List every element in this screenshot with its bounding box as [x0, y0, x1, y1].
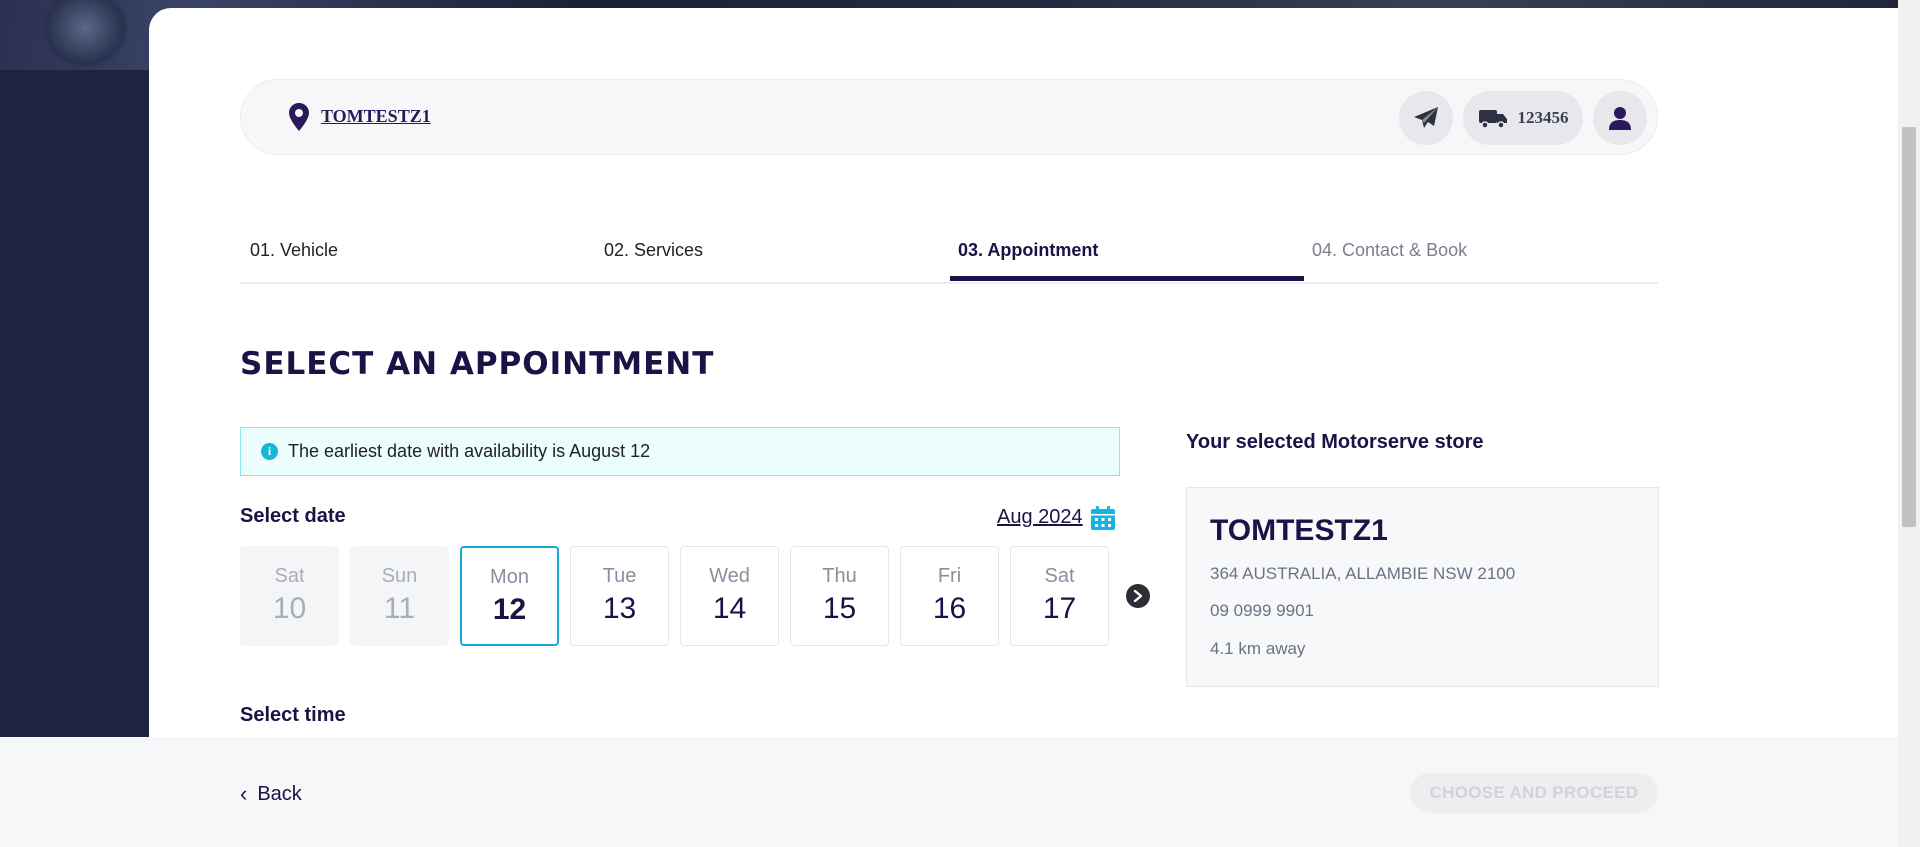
day-number: 10 — [272, 592, 307, 625]
date-option: Sun 11 — [350, 546, 449, 646]
day-of-week: Sat — [1044, 565, 1075, 587]
day-number: 11 — [383, 592, 416, 625]
day-of-week: Tue — [602, 565, 637, 587]
select-time-label: Select time — [240, 704, 346, 726]
day-of-week: Fri — [937, 565, 962, 587]
select-date-label: Select date — [240, 505, 346, 527]
back-button[interactable]: ‹ Back — [240, 781, 302, 807]
day-number: 15 — [822, 592, 857, 625]
location-pin-icon — [289, 103, 309, 131]
calendar-icon[interactable] — [1090, 505, 1116, 531]
day-of-week: Mon — [490, 566, 529, 588]
day-of-week: Sun — [381, 565, 418, 587]
store-location-link[interactable]: TOMTESTZ1 — [321, 106, 431, 127]
page-title: SELECT AN APPOINTMENT — [240, 346, 715, 382]
paper-plane-icon — [1414, 107, 1438, 128]
rego-number: 123456 — [1517, 108, 1569, 127]
active-step-indicator — [950, 276, 1304, 281]
location-bar: TOMTESTZ1 123456 — [240, 79, 1658, 155]
day-of-week: Sat — [274, 565, 305, 587]
truck-icon — [1478, 110, 1507, 129]
day-number: 17 — [1042, 592, 1077, 625]
send-button[interactable] — [1399, 91, 1453, 145]
info-icon: i — [261, 443, 278, 460]
chevron-left-icon: ‹ — [240, 781, 248, 806]
scrollbar-thumb[interactable] — [1902, 127, 1916, 527]
store-distance: 4.1 km away — [1210, 639, 1306, 658]
day-number: 12 — [492, 593, 527, 626]
user-icon — [1609, 107, 1631, 130]
footer-bar: ‹ Back CHOOSE AND PROCEED — [0, 737, 1898, 847]
date-option[interactable]: Fri 16 — [900, 546, 999, 646]
store-address: 364 AUSTRALIA, ALLAMBIE NSW 2100 — [1210, 564, 1516, 583]
step-vehicle[interactable]: 01. Vehicle — [250, 240, 338, 261]
notice-text: The earliest date with availability is A… — [288, 441, 651, 461]
date-option[interactable]: Wed 14 — [680, 546, 779, 646]
next-dates-button[interactable] — [1126, 584, 1150, 608]
store-panel-heading: Your selected Motorserve store — [1186, 431, 1484, 453]
date-option[interactable]: Tue 13 — [570, 546, 669, 646]
store-card: TOMTESTZ1 364 AUSTRALIA, ALLAMBIE NSW 21… — [1186, 487, 1659, 687]
day-number: 16 — [932, 592, 967, 625]
step-services[interactable]: 02. Services — [604, 240, 703, 261]
step-appointment[interactable]: 03. Appointment — [958, 240, 1098, 261]
chevron-right-icon — [1133, 590, 1143, 602]
day-number: 13 — [602, 592, 637, 625]
date-option[interactable]: Thu 15 — [790, 546, 889, 646]
day-of-week: Wed — [709, 565, 750, 587]
day-of-week: Thu — [822, 565, 857, 587]
scrollbar[interactable] — [1898, 0, 1920, 847]
store-phone: 09 0999 9901 — [1210, 601, 1314, 620]
day-number: 14 — [712, 592, 747, 625]
vehicle-rego-button[interactable]: 123456 — [1463, 91, 1583, 145]
choose-and-proceed-button[interactable]: CHOOSE AND PROCEED — [1410, 773, 1658, 813]
back-label: Back — [257, 782, 302, 805]
account-button[interactable] — [1593, 91, 1647, 145]
date-option[interactable]: Sat 17 — [1010, 546, 1109, 646]
month-selector[interactable]: Aug 2024 — [997, 506, 1083, 529]
date-option: Sat 10 — [240, 546, 339, 646]
progress-steps: 01. Vehicle 02. Services 03. Appointment… — [240, 222, 1658, 284]
step-contact-book: 04. Contact & Book — [1312, 240, 1468, 260]
availability-notice: i The earliest date with availability is… — [240, 427, 1120, 476]
store-name: TOMTESTZ1 — [1210, 514, 1388, 547]
date-option-selected[interactable]: Mon 12 — [460, 546, 559, 646]
